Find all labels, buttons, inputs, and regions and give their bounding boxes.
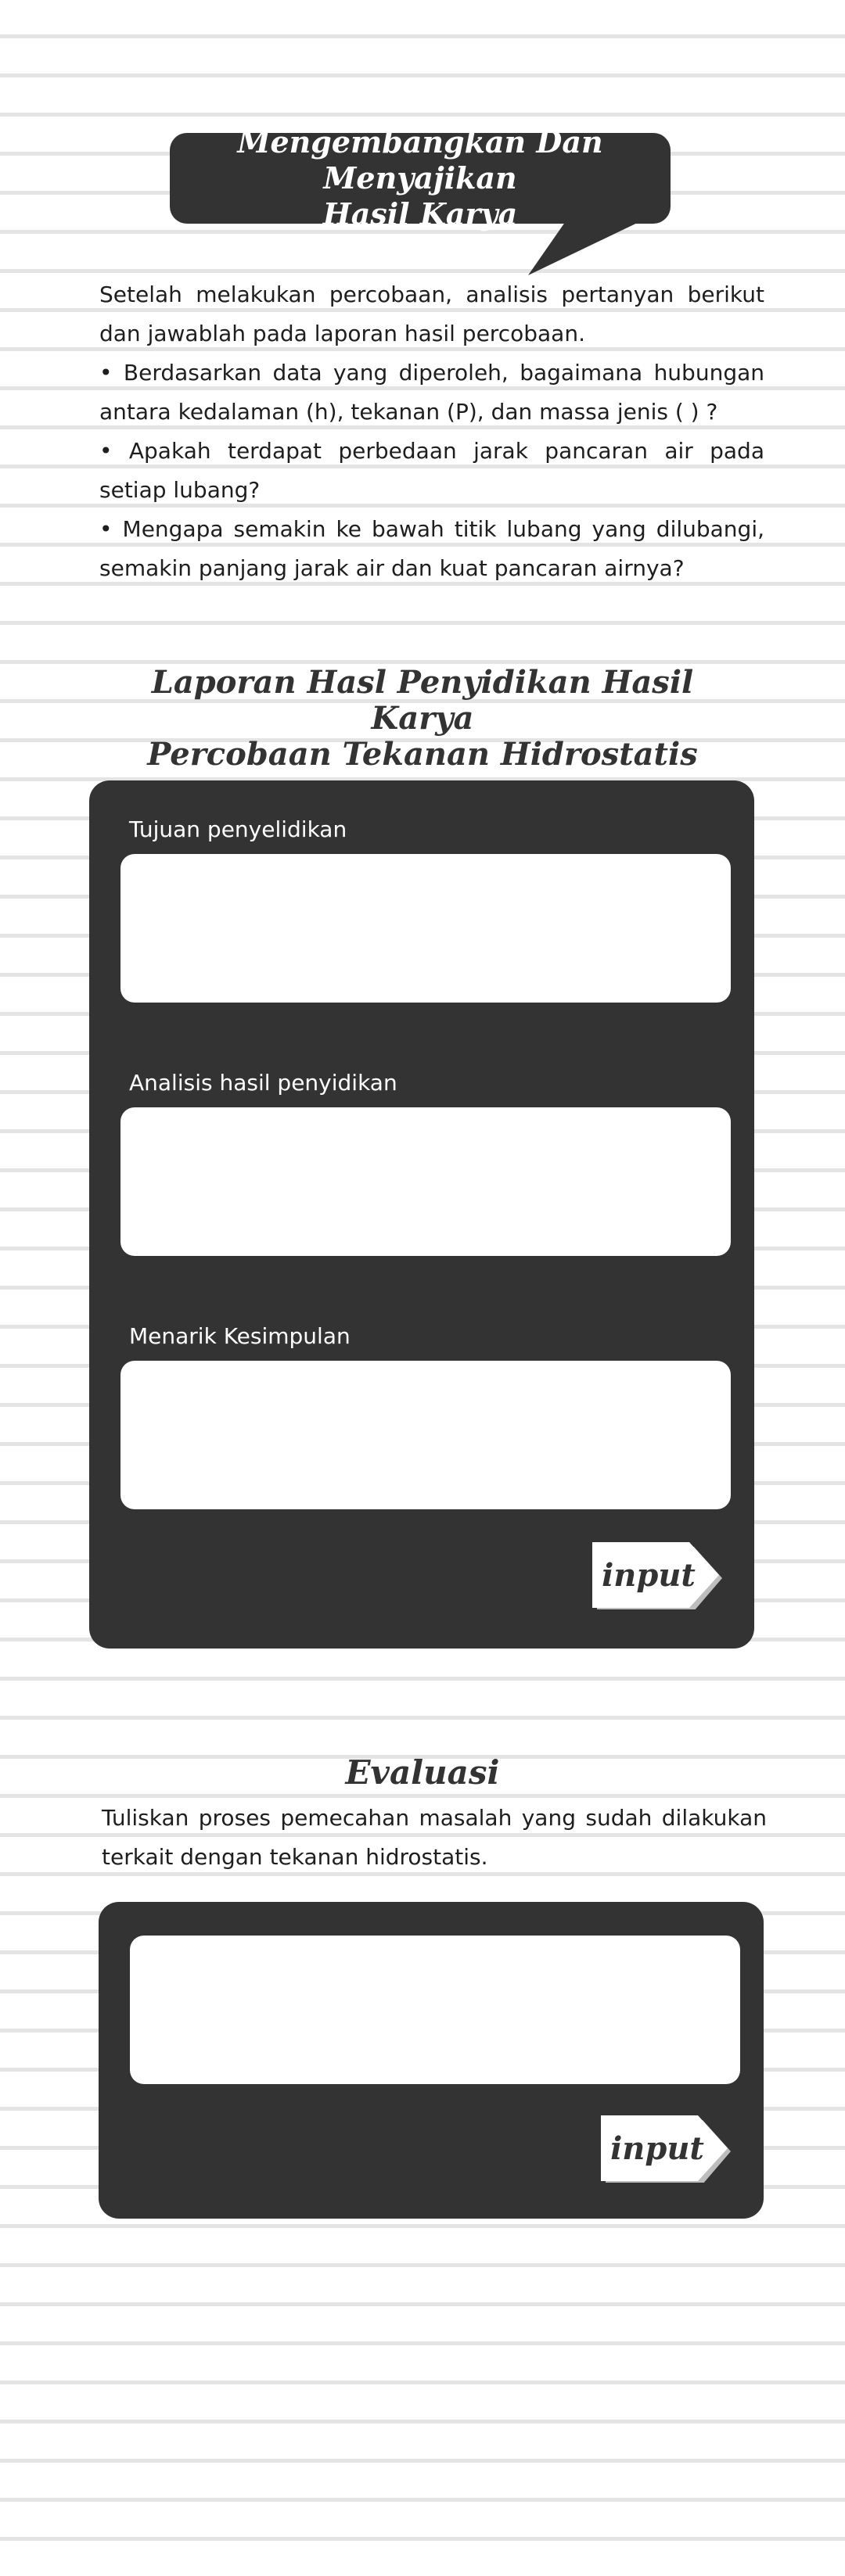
evaluation-title: Evaluasi — [345, 1753, 500, 1792]
analisis-hasil-input[interactable] — [120, 1107, 731, 1256]
field-label-tujuan: Tujuan penyelidikan — [129, 816, 347, 842]
question-item: • Apakah terdapat perbedaan jarak pancar… — [99, 438, 764, 503]
evaluation-input-button-label: input — [610, 2129, 704, 2167]
tujuan-penyelidikan-input[interactable] — [120, 854, 731, 1003]
question-item: • Berdasarkan data yang diperoleh, bagai… — [99, 360, 764, 425]
bubble-tail-icon — [528, 219, 645, 275]
evaluation-input-button[interactable]: input — [601, 2115, 742, 2183]
section-heading-bubble: Mengembangkan Dan Menyajikan Hasil Karya — [170, 124, 671, 231]
heading-line-1: Mengembangkan Dan Menyajikan — [237, 124, 603, 196]
instructions-paragraph: Setelah melakukan percobaan, analisis pe… — [99, 282, 764, 346]
report-title-line-1: Laporan Hasl Penyidikan Hasil Karya — [151, 664, 694, 737]
report-input-button[interactable]: input — [592, 1542, 733, 1609]
evaluation-input[interactable] — [130, 1936, 740, 2084]
report-title-line-2: Percobaan Tekanan Hidrostatis — [147, 736, 698, 773]
instructions-text: Setelah melakukan percobaan, analisis pe… — [99, 275, 764, 588]
evaluation-text: Tuliskan proses pemecahan masalah yang s… — [102, 1805, 767, 1870]
field-label-analisis: Analisis hasil penyidikan — [129, 1070, 397, 1096]
question-item: • Mengapa semakin ke bawah titik lubang … — [99, 516, 764, 581]
field-label-kesimpulan: Menarik Kesimpulan — [129, 1323, 351, 1349]
kesimpulan-input[interactable] — [120, 1361, 731, 1509]
report-title: Laporan Hasl Penyidikan Hasil Karya Perc… — [110, 665, 735, 773]
report-input-button-label: input — [602, 1556, 696, 1594]
